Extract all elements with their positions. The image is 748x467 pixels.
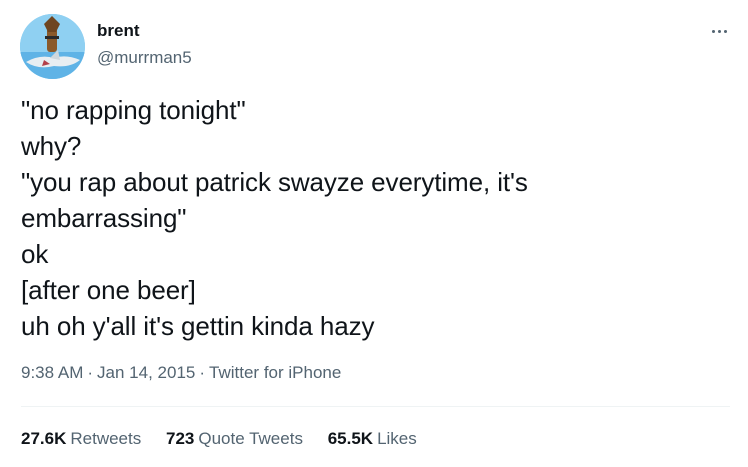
- tweet-line: [after one beer]: [21, 275, 196, 305]
- meta-separator: ·: [87, 363, 94, 382]
- tweet-time[interactable]: 9:38 AM: [21, 363, 83, 382]
- quote-tweets-stat[interactable]: 723 Quote Tweets: [166, 427, 303, 451]
- likes-count: 65.5K: [327, 429, 374, 448]
- tweet-card: brent @murrman5 "no rapping tonight" why…: [0, 0, 748, 467]
- avatar[interactable]: [20, 14, 85, 79]
- more-options-icon: [717, 29, 721, 33]
- likes-stat[interactable]: 65.5K Likes: [328, 427, 417, 451]
- user-name[interactable]: brent: [97, 20, 140, 42]
- retweets-count: 27.6K: [21, 429, 67, 448]
- more-options-icon: [711, 29, 715, 33]
- tweet-line: "no rapping tonight": [21, 95, 246, 125]
- tweet-line: uh oh y'all it's gettin kinda hazy: [21, 311, 375, 341]
- divider: [21, 406, 730, 407]
- likes-label: Likes: [377, 429, 417, 448]
- user-handle[interactable]: @murrman5: [97, 47, 192, 69]
- tweet-text: "no rapping tonight" why? "you rap about…: [21, 92, 721, 344]
- tweet-source[interactable]: Twitter for iPhone: [209, 363, 341, 382]
- quote-tweets-count: 723: [165, 429, 195, 448]
- meta-separator: ·: [199, 363, 206, 382]
- more-options-button[interactable]: [706, 20, 732, 42]
- tweet-line: "you rap about patrick swayze everytime,…: [21, 167, 528, 197]
- quote-tweets-label: Quote Tweets: [198, 429, 303, 448]
- tweet-line: why?: [21, 131, 82, 161]
- tweet-date[interactable]: Jan 14, 2015: [97, 363, 195, 382]
- tweet-line: ok: [21, 239, 49, 269]
- retweets-stat[interactable]: 27.6K Retweets: [21, 427, 141, 451]
- tweet-meta: 9:38 AM · Jan 14, 2015 · Twitter for iPhone: [21, 361, 341, 385]
- retweets-label: Retweets: [70, 429, 142, 448]
- avatar-icon: [20, 14, 85, 79]
- tweet-line: embarrassing": [21, 203, 187, 233]
- more-options-icon: [723, 29, 727, 33]
- tweet-stats: 27.6K Retweets 723 Quote Tweets 65.5K Likes: [21, 427, 437, 451]
